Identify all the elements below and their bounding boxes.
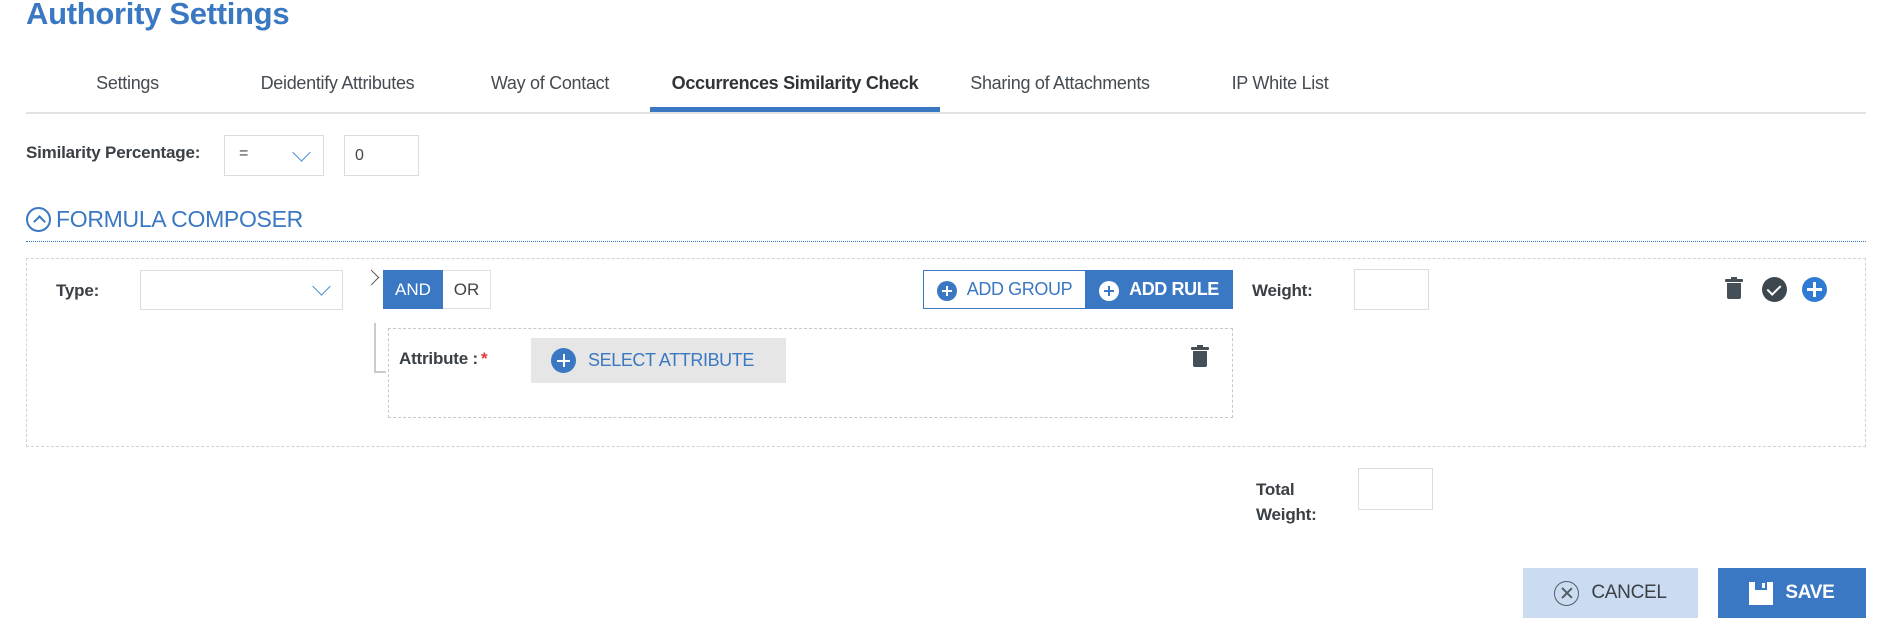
tab-ip-white-list[interactable]: IP White List <box>1210 72 1350 112</box>
save-label: SAVE <box>1785 582 1835 603</box>
total-weight-label-line1: Total <box>1256 480 1295 499</box>
formula-composer-toggle[interactable]: FORMULA COMPOSER <box>26 206 303 233</box>
weight-label: Weight: <box>1252 281 1313 300</box>
plus-circle-icon <box>551 348 576 373</box>
formula-composer-divider <box>26 241 1866 242</box>
chevron-down-icon <box>292 143 311 162</box>
add-rule-label: ADD RULE <box>1129 279 1219 299</box>
similarity-percentage-label: Similarity Percentage: <box>26 143 201 162</box>
delete-group-trash-icon[interactable] <box>1725 277 1743 299</box>
similarity-percentage-input[interactable] <box>344 135 419 176</box>
tab-way-of-contact[interactable]: Way of Contact <box>470 72 630 112</box>
add-group-label: ADD GROUP <box>966 279 1073 299</box>
delete-rule-trash-icon[interactable] <box>1191 345 1209 367</box>
logic-and-button[interactable]: AND <box>383 270 443 309</box>
select-attribute-label: SELECT ATTRIBUTE <box>588 350 754 370</box>
cancel-label: CANCEL <box>1591 582 1667 603</box>
similarity-operator-select[interactable]: = <box>224 135 324 176</box>
total-weight-label-line2: Weight: <box>1256 505 1317 524</box>
cancel-button[interactable]: CANCEL <box>1523 568 1698 618</box>
add-rule-button[interactable]: ADD RULE <box>1085 270 1233 309</box>
close-circle-icon <box>1554 580 1580 606</box>
plus-circle-icon <box>936 281 957 301</box>
add-group-button[interactable]: ADD GROUP <box>923 270 1086 309</box>
type-select[interactable] <box>140 270 343 310</box>
attribute-label: Attribute : * <box>399 349 488 368</box>
total-weight-input[interactable] <box>1358 468 1433 510</box>
required-asterisk: * <box>481 349 488 368</box>
plus-circle-icon <box>1099 281 1120 301</box>
rule-container <box>388 328 1233 418</box>
similarity-operator-value: = <box>239 145 249 162</box>
rule-connector-line <box>374 323 386 373</box>
tab-sharing-of-attachments[interactable]: Sharing of Attachments <box>955 72 1165 112</box>
logic-or-button[interactable]: OR <box>443 270 491 309</box>
type-label: Type: <box>56 281 100 300</box>
floppy-disk-icon <box>1749 581 1774 605</box>
page-title: Authority Settings <box>26 0 290 31</box>
tabs-divider <box>26 112 1866 114</box>
tab-occurrences-similarity-check[interactable]: Occurrences Similarity Check <box>650 72 940 112</box>
tab-deidentify-attributes[interactable]: Deidentify Attributes <box>240 72 435 112</box>
select-attribute-button[interactable]: SELECT ATTRIBUTE <box>531 338 786 383</box>
tab-settings[interactable]: Settings <box>60 72 195 112</box>
formula-composer-heading: FORMULA COMPOSER <box>56 206 303 232</box>
chevron-down-icon <box>312 277 331 296</box>
save-button[interactable]: SAVE <box>1718 568 1866 618</box>
add-circle-icon[interactable] <box>1802 277 1827 302</box>
chevron-up-circle-icon <box>26 207 51 232</box>
confirm-check-icon[interactable] <box>1762 277 1787 302</box>
weight-input[interactable] <box>1354 269 1429 310</box>
